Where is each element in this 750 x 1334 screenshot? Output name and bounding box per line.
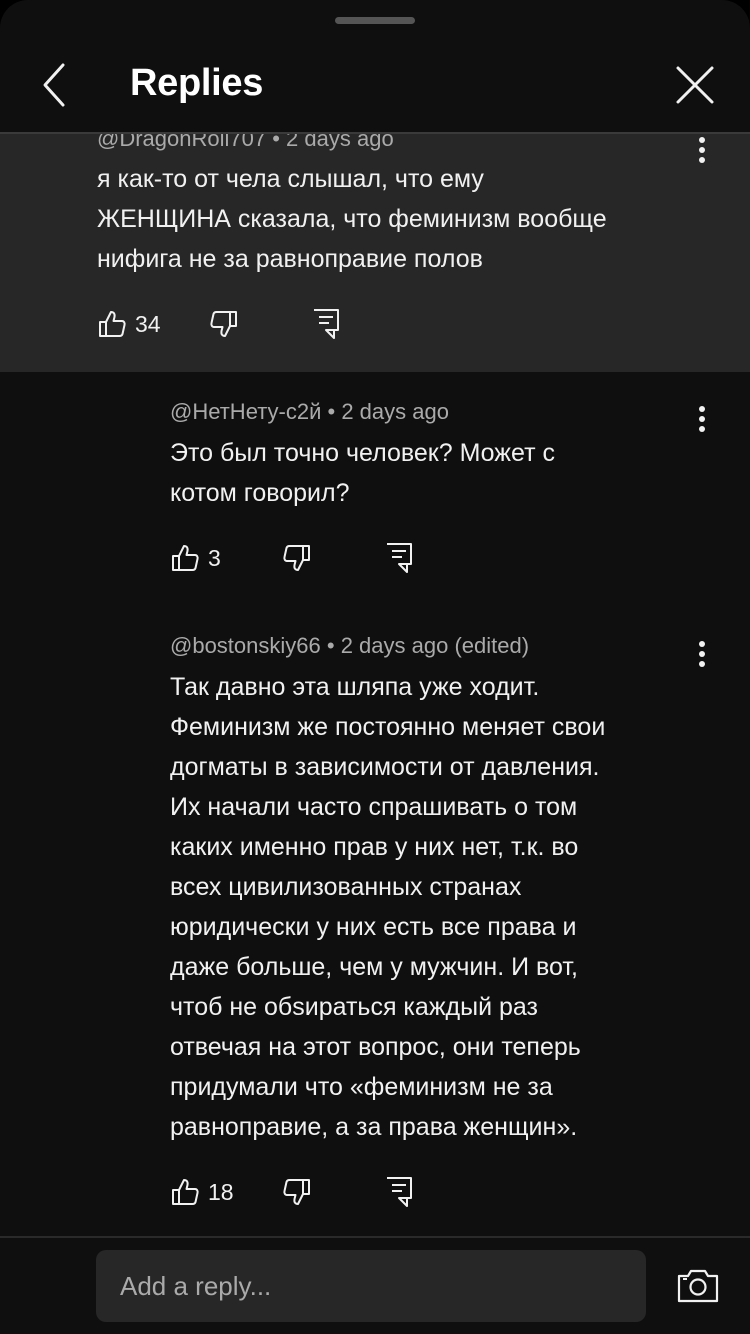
comment-line: ЖЕНЩИНА сказала, что феминизм вообще	[97, 205, 607, 233]
like-count: 18	[208, 1178, 234, 1205]
page-title: Replies	[130, 62, 264, 104]
comment-line: Феминизм же постоянно меняет свои	[170, 713, 606, 741]
back-button[interactable]	[30, 60, 80, 110]
comment-actions: 34	[97, 304, 397, 344]
comment-line: Так давно эта шляпа уже ходит.	[170, 673, 540, 701]
like-count: 3	[208, 544, 221, 571]
comment: @НетНету-с2й • 2 days ago Это был точно …	[0, 372, 750, 606]
comment: @bostonskiy66 • 2 days ago (edited) Так …	[0, 606, 750, 1236]
reply-icon	[387, 543, 412, 573]
comment-actions: 18	[170, 1172, 470, 1212]
like-count: 34	[135, 310, 161, 337]
thumbs-down-icon	[283, 1179, 310, 1205]
comment-author[interactable]: @НетНету-с2й	[170, 399, 321, 424]
comment-line: юридически у них есть все права и	[170, 913, 577, 941]
camera-button[interactable]	[676, 1266, 720, 1306]
close-icon	[676, 66, 714, 104]
comment-time: 2 days ago	[341, 399, 449, 424]
comment-line: догматы в зависимости от давления.	[170, 753, 600, 781]
comment-line: каких именно прав у них нет, т.к. во	[170, 833, 579, 861]
comment-line: нифига не за равноправие полов	[97, 245, 483, 273]
replies-sheet: @DragonRoll707 • 2 days ago я как-то от …	[0, 0, 750, 1334]
close-button[interactable]	[668, 58, 722, 112]
comment-meta: @bostonskiy66 • 2 days ago (edited)	[170, 633, 529, 659]
camera-icon	[677, 1269, 719, 1303]
reply-button[interactable]	[385, 538, 425, 578]
comment-line: отвечая на этот вопрос, они теперь	[170, 1033, 581, 1061]
like-button[interactable]: 18	[170, 1172, 234, 1212]
dislike-button[interactable]	[209, 304, 249, 344]
meta-separator: •	[326, 633, 341, 658]
replies-header: Replies	[0, 40, 750, 132]
replies-list[interactable]: @DragonRoll707 • 2 days ago я как-то от …	[0, 0, 750, 1236]
comment-highlighted: @DragonRoll707 • 2 days ago я как-то от …	[0, 110, 750, 372]
dislike-button[interactable]	[282, 538, 322, 578]
meta-separator: •	[327, 399, 342, 424]
chevron-left-icon	[43, 63, 65, 107]
comment-line: Это был точно человек? Может с	[170, 439, 555, 467]
header-divider	[0, 132, 750, 134]
thumbs-up-icon	[172, 545, 199, 571]
comment-text: я как-то от чела слышал, что ему ЖЕНЩИНА…	[97, 159, 717, 279]
thumbs-up-icon	[99, 311, 126, 337]
thumbs-down-icon	[283, 545, 310, 571]
comment-line: придумали что «феминизм не за	[170, 1073, 553, 1101]
comment-line: равноправие, а за права женщин».	[170, 1113, 578, 1141]
reply-button[interactable]	[312, 304, 352, 344]
comment-line: чтоб не обsираться каждый раз	[170, 993, 538, 1021]
reply-input[interactable]: Add a reply...	[96, 1250, 646, 1322]
comment-text: Это был точно человек? Может с котом гов…	[170, 433, 700, 513]
dislike-button[interactable]	[282, 1172, 322, 1212]
thumbs-down-icon	[210, 311, 237, 337]
like-button[interactable]: 3	[170, 538, 221, 578]
comment-line: я как-то от чела слышал, что ему	[97, 165, 484, 193]
comment-line: всех цивилизованных странах	[170, 873, 522, 901]
thumbs-up-icon	[172, 1179, 199, 1205]
reply-icon	[387, 1177, 412, 1207]
comment-text: Так давно эта шляпа уже ходит. Феминизм …	[170, 667, 700, 1147]
comment-time: 2 days ago	[340, 633, 449, 658]
reply-button[interactable]	[385, 1172, 425, 1212]
comment-meta: @НетНету-с2й • 2 days ago	[170, 399, 449, 425]
footer-divider	[0, 1236, 750, 1238]
comment-line: даже больше, чем у мужчин. И вот,	[170, 953, 578, 981]
comment-line: Их начали часто спрашивать о том	[170, 793, 578, 821]
comment-line: котом говорил?	[170, 479, 350, 507]
edited-label: (edited)	[454, 633, 530, 658]
comment-actions: 3	[170, 538, 470, 578]
reply-icon	[314, 309, 339, 339]
drag-handle[interactable]	[335, 17, 415, 24]
reply-input-placeholder: Add a reply...	[120, 1271, 272, 1301]
comment-author[interactable]: @bostonskiy66	[170, 633, 321, 658]
like-button[interactable]: 34	[97, 304, 161, 344]
